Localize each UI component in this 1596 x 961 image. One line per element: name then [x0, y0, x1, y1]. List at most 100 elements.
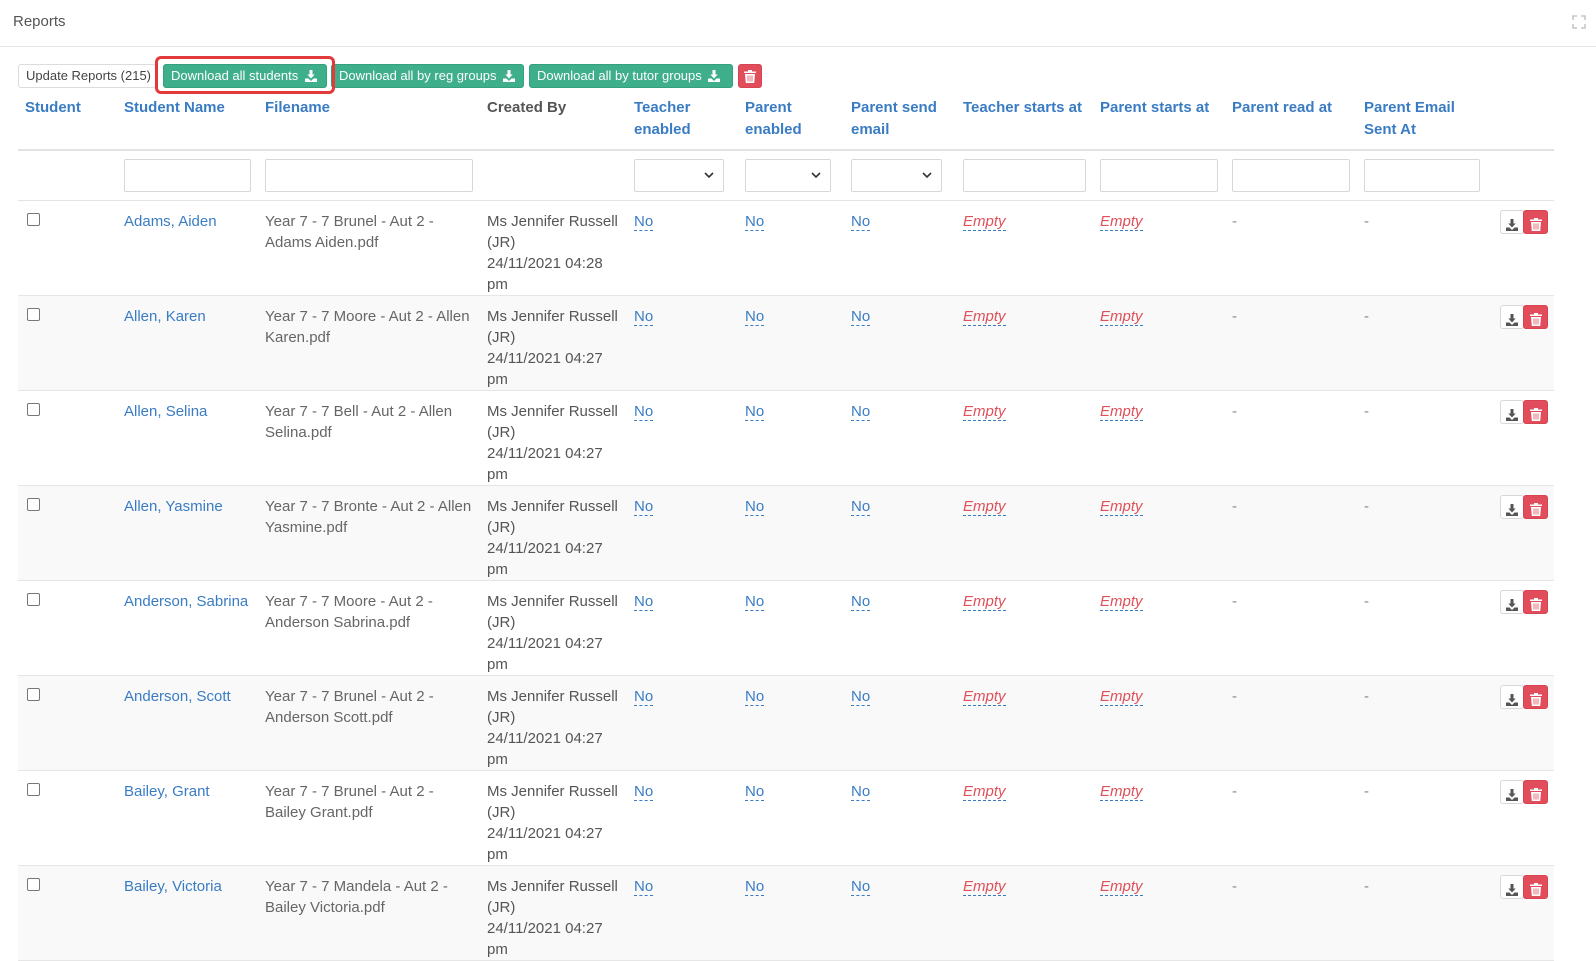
- row-select-checkbox[interactable]: [27, 687, 40, 701]
- parent-enabled-value[interactable]: No: [745, 687, 765, 706]
- parent-enabled-value[interactable]: No: [745, 782, 765, 801]
- download-by-reg-groups-button[interactable]: Download all by reg groups: [331, 64, 524, 88]
- student-name-filter-input[interactable]: [124, 158, 251, 192]
- parent-send-email-value[interactable]: No: [851, 497, 871, 516]
- parent-read-filter-input[interactable]: [1232, 158, 1350, 192]
- teacher-starts-filter-input[interactable]: [963, 158, 1086, 192]
- parent-send-email-value[interactable]: No: [851, 212, 871, 231]
- parent-enabled-value[interactable]: No: [745, 307, 765, 326]
- student-name-link[interactable]: Allen, Karen: [124, 308, 206, 325]
- teacher-enabled-value[interactable]: No: [634, 497, 654, 516]
- row-download-button[interactable]: [1500, 684, 1524, 709]
- col-student[interactable]: Student: [18, 94, 117, 151]
- teacher-enabled-value[interactable]: No: [634, 592, 654, 611]
- col-parent-read-at[interactable]: Parent read at: [1225, 94, 1357, 151]
- parent-starts-value[interactable]: Empty: [1100, 497, 1143, 516]
- teacher-starts-value[interactable]: Empty: [963, 212, 1006, 231]
- teacher-enabled-value[interactable]: No: [634, 877, 654, 896]
- parent-starts-value[interactable]: Empty: [1100, 877, 1143, 896]
- parent-enabled-value[interactable]: No: [745, 497, 765, 516]
- parent-starts-filter-input[interactable]: [1100, 158, 1218, 192]
- parent-send-email-value[interactable]: No: [851, 402, 871, 421]
- filename-filter-input[interactable]: [265, 158, 473, 192]
- teacher-enabled-value[interactable]: No: [634, 212, 654, 231]
- row-download-button[interactable]: [1500, 779, 1524, 804]
- teacher-starts-value[interactable]: Empty: [963, 497, 1006, 516]
- row-download-button[interactable]: [1500, 589, 1524, 614]
- row-download-button[interactable]: [1500, 209, 1524, 234]
- col-filename[interactable]: Filename: [258, 94, 480, 151]
- row-select-checkbox[interactable]: [27, 307, 40, 321]
- student-name-link[interactable]: Allen, Selina: [124, 403, 207, 420]
- parent-starts-value[interactable]: Empty: [1100, 592, 1143, 611]
- teacher-starts-value[interactable]: Empty: [963, 877, 1006, 896]
- row-select-checkbox[interactable]: [27, 212, 40, 226]
- parent-send-email-value[interactable]: No: [851, 592, 871, 611]
- student-name-link[interactable]: Bailey, Grant: [124, 783, 210, 800]
- row-select-checkbox[interactable]: [27, 592, 40, 606]
- col-parent-send-email[interactable]: Parent send email: [844, 94, 956, 151]
- row-select-checkbox[interactable]: [27, 497, 40, 511]
- teacher-enabled-filter-select[interactable]: [634, 158, 725, 192]
- row-download-button[interactable]: [1500, 874, 1524, 899]
- row-actions: [1500, 874, 1548, 899]
- row-select-checkbox[interactable]: [27, 782, 40, 796]
- row-delete-button[interactable]: [1523, 684, 1548, 709]
- parent-starts-value[interactable]: Empty: [1100, 687, 1143, 706]
- parent-starts-value[interactable]: Empty: [1100, 307, 1143, 326]
- parent-send-email-filter-select[interactable]: [851, 158, 943, 192]
- parent-email-sent-value: -: [1364, 782, 1369, 800]
- teacher-starts-value[interactable]: Empty: [963, 592, 1006, 611]
- student-name-link[interactable]: Bailey, Victoria: [124, 878, 222, 895]
- row-delete-button[interactable]: [1523, 304, 1548, 329]
- col-parent-enabled[interactable]: Parent enabled: [738, 94, 844, 151]
- col-parent-email-sent-at[interactable]: Parent Email Sent At: [1357, 94, 1487, 151]
- row-delete-button[interactable]: [1523, 494, 1548, 519]
- parent-enabled-value[interactable]: No: [745, 592, 765, 611]
- teacher-enabled-value[interactable]: No: [634, 307, 654, 326]
- download-icon: [1506, 218, 1518, 231]
- teacher-enabled-value[interactable]: No: [634, 687, 654, 706]
- parent-send-email-value[interactable]: No: [851, 782, 871, 801]
- row-delete-button[interactable]: [1523, 779, 1548, 804]
- download-by-tutor-groups-button[interactable]: Download all by tutor groups: [529, 64, 733, 88]
- expand-icon[interactable]: [1572, 15, 1586, 29]
- row-delete-button[interactable]: [1523, 399, 1548, 424]
- update-reports-button[interactable]: Update Reports (215): [18, 64, 156, 88]
- teacher-starts-value[interactable]: Empty: [963, 687, 1006, 706]
- parent-email-sent-filter-input[interactable]: [1364, 158, 1480, 192]
- row-download-button[interactable]: [1500, 304, 1524, 329]
- parent-send-email-value[interactable]: No: [851, 687, 871, 706]
- col-teacher-starts-at[interactable]: Teacher starts at: [956, 94, 1093, 151]
- row-select-checkbox[interactable]: [27, 402, 40, 416]
- teacher-enabled-value[interactable]: No: [634, 782, 654, 801]
- row-delete-button[interactable]: [1523, 589, 1548, 614]
- teacher-starts-value[interactable]: Empty: [963, 782, 1006, 801]
- col-student-name[interactable]: Student Name: [117, 94, 258, 151]
- parent-enabled-value[interactable]: No: [745, 877, 765, 896]
- student-name-link[interactable]: Allen, Yasmine: [124, 498, 223, 515]
- parent-send-email-value[interactable]: No: [851, 307, 871, 326]
- parent-starts-value[interactable]: Empty: [1100, 402, 1143, 421]
- teacher-starts-value[interactable]: Empty: [963, 307, 1006, 326]
- parent-enabled-value[interactable]: No: [745, 402, 765, 421]
- student-name-link[interactable]: Anderson, Sabrina: [124, 593, 248, 610]
- col-parent-starts-at[interactable]: Parent starts at: [1093, 94, 1225, 151]
- parent-starts-value[interactable]: Empty: [1100, 782, 1143, 801]
- parent-starts-value[interactable]: Empty: [1100, 212, 1143, 231]
- filter-row: [18, 150, 1554, 201]
- parent-enabled-filter-select[interactable]: [745, 158, 831, 192]
- row-select-checkbox[interactable]: [27, 877, 40, 891]
- delete-all-button[interactable]: [738, 64, 762, 88]
- student-name-link[interactable]: Adams, Aiden: [124, 213, 217, 230]
- teacher-starts-value[interactable]: Empty: [963, 402, 1006, 421]
- row-delete-button[interactable]: [1523, 874, 1548, 899]
- teacher-enabled-value[interactable]: No: [634, 402, 654, 421]
- row-delete-button[interactable]: [1523, 209, 1548, 234]
- row-download-button[interactable]: [1500, 494, 1524, 519]
- parent-send-email-value[interactable]: No: [851, 877, 871, 896]
- col-teacher-enabled[interactable]: Teacher enabled: [627, 94, 738, 151]
- row-download-button[interactable]: [1500, 399, 1524, 424]
- parent-enabled-value[interactable]: No: [745, 212, 765, 231]
- parent-read-value: -: [1232, 212, 1237, 230]
